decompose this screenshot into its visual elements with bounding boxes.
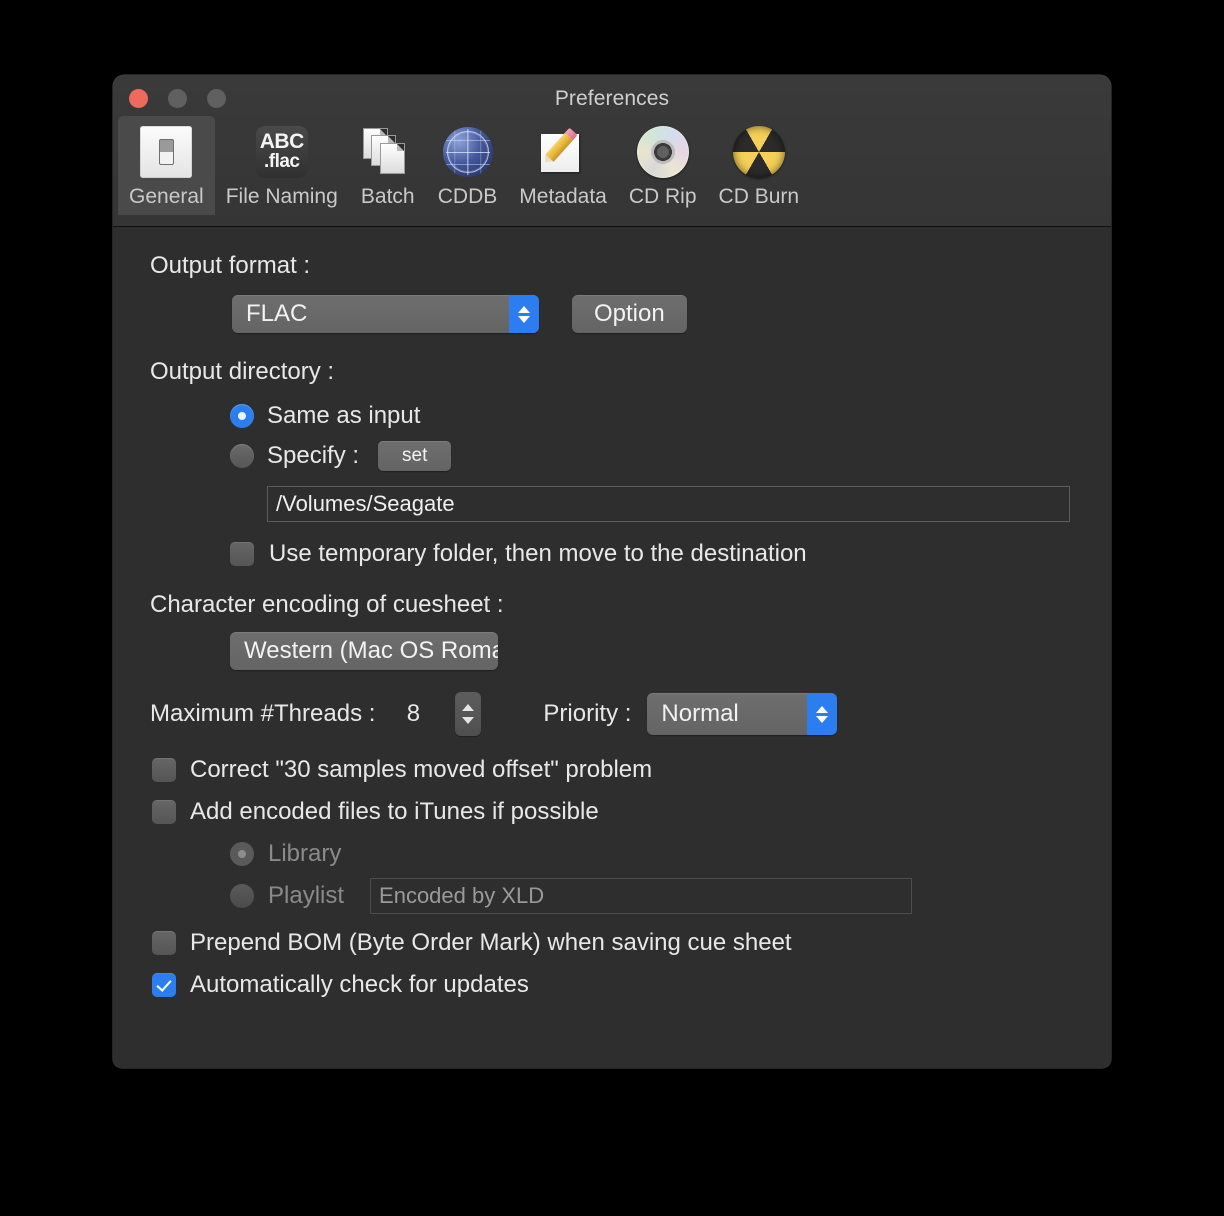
priority-label: Priority : (543, 700, 632, 727)
checkbox-add-to-itunes[interactable] (152, 800, 176, 824)
checkbox-correct-offset[interactable] (152, 758, 176, 782)
set-directory-button[interactable]: set (378, 441, 452, 471)
use-temp-folder-label: Use temporary folder, then move to the d… (269, 540, 807, 567)
general-panel: Output format : FLAC Option Output direc… (113, 227, 1111, 1068)
tab-cddb[interactable]: CDDB (427, 116, 509, 215)
tab-file-naming[interactable]: ABC .flac File Naming (215, 116, 349, 215)
tab-cd-burn[interactable]: CD Burn (708, 116, 811, 215)
preferences-toolbar: General ABC .flac File Naming Batch CDDB… (118, 116, 810, 215)
globe-icon (440, 124, 496, 180)
output-directory-label: Output directory : (150, 358, 335, 385)
radio-same-as-input[interactable] (230, 404, 254, 428)
specify-label: Specify : (267, 442, 360, 469)
cuesheet-encoding-value: Western (Mac OS Roman) (244, 637, 498, 664)
tab-cd-rip[interactable]: CD Rip (618, 116, 708, 215)
checkbox-auto-update[interactable] (152, 973, 176, 997)
tab-metadata-label: Metadata (519, 185, 607, 208)
preferences-window: Preferences General ABC .flac File Namin… (113, 75, 1111, 1068)
screen: Preferences General ABC .flac File Namin… (0, 0, 1224, 1216)
burn-disc-icon (731, 124, 787, 180)
tab-cd-burn-label: CD Burn (718, 185, 800, 208)
flac-icon-line2: .flac (263, 151, 300, 172)
pencil-note-icon (535, 124, 591, 180)
max-threads-stepper[interactable] (455, 692, 482, 736)
chevron-updown-icon (807, 693, 838, 735)
flac-icon-line1: ABC (259, 130, 305, 153)
correct-offset-label: Correct "30 samples moved offset" proble… (190, 756, 653, 783)
tab-general-label: General (129, 185, 204, 208)
cuesheet-encoding-select[interactable]: Western (Mac OS Roman) (230, 632, 498, 670)
prepend-bom-label: Prepend BOM (Byte Order Mark) when savin… (190, 929, 792, 956)
tab-cd-rip-label: CD Rip (628, 185, 697, 208)
output-path-input[interactable]: /Volumes/Seagate (267, 486, 1070, 522)
max-threads-value: 8 (406, 700, 421, 727)
tab-cddb-label: CDDB (437, 185, 498, 208)
output-format-value: FLAC (246, 300, 308, 327)
itunes-playlist-input[interactable]: Encoded by XLD (370, 878, 913, 914)
tab-batch-label: Batch (360, 185, 415, 208)
priority-select[interactable]: Normal (647, 693, 838, 735)
radio-itunes-playlist[interactable] (230, 884, 254, 908)
compact-disc-icon (635, 124, 691, 180)
chevron-updown-icon (509, 295, 539, 333)
documents-stack-icon (360, 124, 416, 180)
add-to-itunes-label: Add encoded files to iTunes if possible (190, 798, 599, 825)
tab-metadata[interactable]: Metadata (508, 116, 618, 215)
abc-flac-icon: ABC .flac (254, 124, 310, 180)
output-format-label: Output format : (150, 252, 311, 279)
max-threads-label: Maximum #Threads : (150, 700, 376, 727)
checkbox-prepend-bom[interactable] (152, 931, 176, 955)
tab-batch[interactable]: Batch (349, 116, 427, 215)
auto-update-label: Automatically check for updates (190, 971, 529, 998)
same-as-input-label: Same as input (267, 402, 421, 429)
tab-general[interactable]: General (118, 116, 215, 215)
output-format-select[interactable]: FLAC (232, 295, 539, 333)
itunes-playlist-label: Playlist (268, 882, 345, 909)
radio-itunes-library[interactable] (230, 842, 254, 866)
toggle-switch-icon (138, 124, 194, 180)
radio-specify[interactable] (230, 444, 254, 468)
window-title: Preferences (554, 87, 670, 110)
option-button[interactable]: Option (572, 295, 687, 333)
itunes-library-label: Library (268, 840, 342, 867)
window-titlebar: Preferences General ABC .flac File Namin… (113, 75, 1111, 227)
tab-file-naming-label: File Naming (225, 185, 338, 208)
checkbox-use-temp-folder[interactable] (230, 542, 254, 566)
cuesheet-encoding-label: Character encoding of cuesheet : (150, 591, 504, 618)
priority-value: Normal (661, 700, 739, 727)
